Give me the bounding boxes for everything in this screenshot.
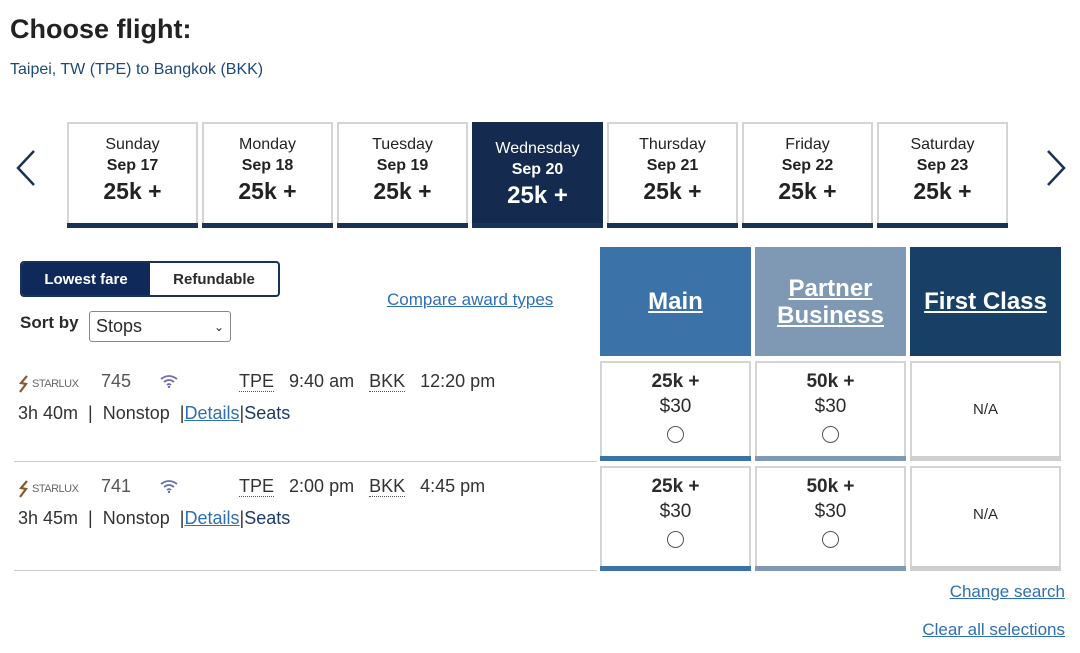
column-first-class-label[interactable]: First Class [924, 288, 1047, 315]
fare-radio[interactable] [822, 426, 839, 443]
chevron-down-icon: ⌄ [213, 319, 224, 334]
date-day: Friday [785, 136, 830, 153]
starlux-logo: STARLUX [18, 480, 79, 498]
date-date: Sep 21 [646, 157, 699, 174]
clear-selections-link[interactable]: Clear all selections [922, 620, 1065, 640]
origin-airport[interactable]: TPE [239, 476, 275, 497]
date-tab-0[interactable]: Sunday Sep 17 25k + [67, 122, 198, 228]
date-date: Sep 18 [241, 157, 294, 174]
date-day: Wednesday [495, 140, 580, 157]
date-tab-2[interactable]: Tuesday Sep 19 25k + [337, 122, 468, 228]
date-day: Tuesday [372, 136, 433, 153]
date-day: Saturday [910, 136, 975, 153]
fare-points: 25k + [651, 371, 700, 392]
date-date: Sep 17 [106, 157, 159, 174]
date-date: Sep 20 [511, 161, 564, 178]
fare-cash: $30 [659, 501, 692, 522]
column-main[interactable]: Main [600, 247, 751, 356]
fare-points: 25k + [651, 476, 700, 497]
date-tab-5[interactable]: Friday Sep 22 25k + [742, 122, 873, 228]
starlux-logo: STARLUX [18, 375, 79, 393]
wifi-icon [160, 480, 178, 493]
fare-points: 50k + [806, 476, 855, 497]
fare-cell[interactable]: 25k + $30 [600, 361, 751, 461]
change-search-link[interactable]: Change search [950, 582, 1065, 602]
fare-cell-unavailable: N/A [910, 466, 1061, 571]
row-divider [14, 570, 597, 571]
fare-radio[interactable] [667, 426, 684, 443]
details-link[interactable]: Details [184, 403, 239, 423]
date-date: Sep 22 [781, 157, 834, 174]
column-partner-business-label[interactable]: Partner Business [777, 275, 884, 329]
chevron-right-icon[interactable] [1040, 148, 1070, 188]
destination-airport[interactable]: BKK [369, 371, 406, 392]
stops: Nonstop [102, 508, 170, 528]
date-price: 25k + [778, 178, 837, 204]
fare-cash: $30 [814, 501, 847, 522]
sort-label: Sort by [20, 313, 79, 332]
date-day: Thursday [639, 136, 706, 153]
date-tab-3[interactable]: Wednesday Sep 20 25k + [472, 122, 603, 228]
fare-radio[interactable] [667, 531, 684, 548]
date-date: Sep 19 [376, 157, 429, 174]
date-price: 25k + [373, 178, 432, 204]
column-main-label[interactable]: Main [648, 288, 703, 315]
column-partner-business[interactable]: Partner Business [755, 247, 906, 356]
fare-cell-unavailable: N/A [910, 361, 1061, 461]
details-link[interactable]: Details [184, 508, 239, 528]
flight-number: 745 [101, 371, 132, 391]
date-day: Sunday [105, 136, 160, 153]
fare-cash: $30 [659, 396, 692, 417]
sort-select[interactable]: Stops ⌄ [89, 311, 231, 342]
duration: 3h 45m [18, 508, 79, 528]
seats-link[interactable]: Seats [244, 508, 290, 528]
row-divider [14, 461, 597, 462]
date-price: 25k + [643, 178, 702, 204]
fare-cash: $30 [814, 396, 847, 417]
compare-award-types-link[interactable]: Compare award types [387, 290, 553, 310]
arrive-time: 4:45 pm [420, 476, 486, 496]
date-price: 25k + [238, 178, 297, 204]
date-price: 25k + [507, 182, 568, 209]
depart-time: 2:00 pm [289, 476, 355, 496]
fare-cell[interactable]: 25k + $30 [600, 466, 751, 571]
fare-points: 50k + [806, 371, 855, 392]
date-tab-6[interactable]: Saturday Sep 23 25k + [877, 122, 1008, 228]
date-price: 25k + [103, 178, 162, 204]
destination-airport[interactable]: BKK [369, 476, 406, 497]
depart-time: 9:40 am [289, 371, 355, 391]
fare-toggle: Lowest fare Refundable [20, 261, 280, 297]
flight-number: 741 [101, 476, 132, 496]
sort-value: Stops [96, 316, 143, 336]
fare-cell[interactable]: 50k + $30 [755, 361, 906, 461]
chevron-left-icon[interactable] [12, 148, 42, 188]
date-price: 25k + [913, 178, 972, 204]
page-title: Choose flight: [10, 14, 192, 44]
fare-cell[interactable]: 50k + $30 [755, 466, 906, 571]
seats-link[interactable]: Seats [244, 403, 290, 423]
fare-radio[interactable] [822, 531, 839, 548]
column-first-class[interactable]: First Class [910, 247, 1061, 356]
lowest-fare-toggle[interactable]: Lowest fare [22, 263, 150, 295]
route-subtitle: Taipei, TW (TPE) to Bangkok (BKK) [10, 61, 264, 78]
stops: Nonstop [102, 403, 170, 423]
refundable-toggle[interactable]: Refundable [150, 263, 278, 295]
date-day: Monday [239, 136, 296, 153]
origin-airport[interactable]: TPE [239, 371, 275, 392]
date-date: Sep 23 [916, 157, 969, 174]
arrive-time: 12:20 pm [420, 371, 496, 391]
date-tab-1[interactable]: Monday Sep 18 25k + [202, 122, 333, 228]
wifi-icon [160, 375, 178, 388]
duration: 3h 40m [18, 403, 79, 423]
date-tab-4[interactable]: Thursday Sep 21 25k + [607, 122, 738, 228]
